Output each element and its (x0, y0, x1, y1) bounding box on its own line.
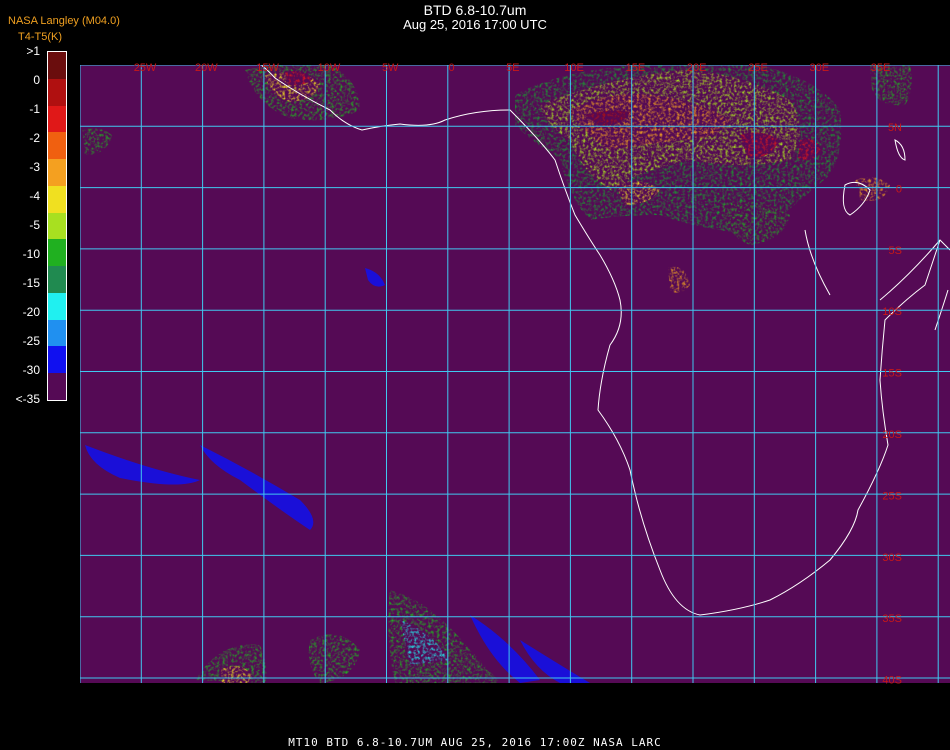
legend-swatch (48, 132, 66, 160)
satellite-map: 25W 20W 15W 10W 5W 0 5E 10E 15E 20E 25E 30E 35E 5N 0 5… (80, 62, 950, 687)
map-title: BTD 6.8-10.7um (423, 2, 527, 18)
legend-tick-label: 0 (33, 73, 40, 87)
legend-tick-label: -1 (29, 102, 40, 116)
longitude-label: 0 (448, 62, 454, 74)
legend-tick-label: -15 (22, 276, 40, 290)
latitude-label: 15S (882, 368, 902, 380)
legend-swatch (48, 212, 66, 240)
legend-swatch (48, 105, 66, 133)
legend-swatch (48, 52, 66, 80)
latitude-label: 20S (882, 429, 902, 441)
latitude-label: 25S (882, 490, 902, 502)
latitude-label: 40S (882, 675, 902, 687)
legend-swatch (48, 373, 66, 401)
longitude-label: 10W (318, 62, 341, 74)
longitude-label: 20W (195, 62, 218, 74)
legend-tick-label: -4 (29, 189, 40, 203)
longitude-label: 10E (564, 62, 584, 74)
longitude-label: 25W (134, 62, 157, 74)
color-legend (47, 51, 67, 401)
longitude-label: 5E (506, 62, 519, 74)
legend-swatch (48, 292, 66, 321)
legend-swatch (48, 239, 66, 267)
legend-swatch (48, 159, 66, 187)
legend-tick-label: -5 (29, 218, 40, 232)
legend-swatch (48, 185, 66, 214)
latitude-label: 5N (888, 122, 902, 134)
legend-tick-label: -10 (22, 247, 40, 261)
longitude-label: 5W (382, 62, 399, 74)
legend-tick-label: >1 (26, 44, 40, 58)
latitude-label: 0 (896, 183, 902, 195)
credit-label: NASA Langley (M04.0) (8, 15, 120, 27)
legend-tick-label: -3 (29, 160, 40, 174)
longitude-label: 15W (256, 62, 279, 74)
legend-swatch (48, 319, 66, 347)
longitude-label: 30E (810, 62, 830, 74)
longitude-label: 35E (871, 62, 891, 74)
latitude-label: 35S (882, 613, 902, 625)
legend-tick-label: -25 (22, 334, 40, 348)
legend-swatch (48, 346, 66, 374)
legend-swatch (48, 266, 66, 294)
latitude-label: 30S (882, 552, 902, 564)
legend-tick-label: <-35 (15, 392, 40, 406)
map-subtitle: Aug 25, 2016 17:00 UTC (403, 17, 547, 32)
latitude-label: 10S (882, 306, 902, 318)
latitude-label: 5S (889, 245, 902, 257)
legend-swatch (48, 78, 66, 107)
legend-tick-label: -20 (22, 305, 40, 319)
legend-tick-label: -2 (29, 131, 40, 145)
footer-caption: MT10 BTD 6.8-10.7UM AUG 25, 2016 17:00Z … (288, 736, 662, 749)
longitude-label: 20E (687, 62, 707, 74)
longitude-label: 25E (748, 62, 768, 74)
legend-title: T4-T5(K) (18, 31, 62, 43)
longitude-label: 15E (626, 62, 646, 74)
legend-tick-label: -30 (22, 363, 40, 377)
